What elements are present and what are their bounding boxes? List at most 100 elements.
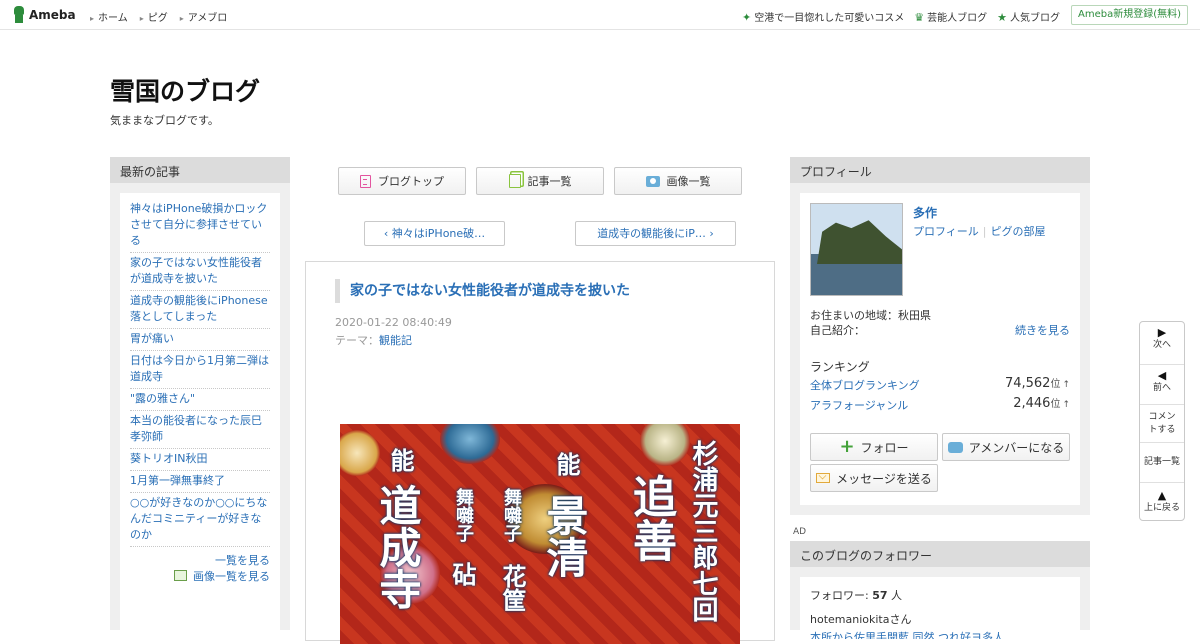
ad-label: AD bbox=[793, 527, 807, 537]
signup-button[interactable]: Ameba新規登録(無料) bbox=[1070, 5, 1188, 25]
nav-home-link[interactable]: ホーム bbox=[90, 9, 128, 24]
recent-articles-panel: 最新の記事 神々はiPHone破損かロックさせて自分に参拝させている 家の子では… bbox=[110, 157, 290, 630]
triangle-up-icon: ▲ bbox=[1157, 489, 1167, 502]
recent-article-link[interactable]: 1月第一弾無事終了 bbox=[130, 471, 270, 493]
blog-nav-buttons: ブログトップ 記事一覧 画像一覧 bbox=[338, 167, 742, 195]
nav-cosme-link[interactable]: ✦ 空港で一目惚れした可愛いコスメ bbox=[742, 9, 904, 24]
up-arrow-icon: ↑ bbox=[1062, 380, 1070, 390]
blog-top-button[interactable]: ブログトップ bbox=[338, 167, 466, 195]
recent-articles-heading: 最新の記事 bbox=[110, 157, 290, 183]
followers-heading: このブログのフォロワー bbox=[790, 541, 1090, 567]
recent-article-link[interactable]: 胃が痛い bbox=[130, 329, 270, 351]
follower-blog-links[interactable]: 本所から佐里手開藍 同然 つれ好ヨ多人 bbox=[810, 629, 1070, 639]
next-article-button[interactable]: 道成寺の観能後にiP… › bbox=[575, 221, 736, 246]
pig-room-link[interactable]: ピグの部屋 bbox=[991, 225, 1046, 238]
flower-decoration bbox=[340, 430, 380, 476]
poster-text: 砧 bbox=[448, 562, 477, 586]
flower-decoration bbox=[440, 424, 500, 464]
ranking-genre-link[interactable]: アラフォージャンル bbox=[810, 399, 908, 412]
profile-self-intro: 自己紹介： bbox=[810, 324, 865, 337]
global-header: Ameba ホーム ピグ アメブロ ✦空港で一目惚れした可愛いコスメ ♛芸能人ブ… bbox=[0, 0, 1200, 30]
ranking-overall-link[interactable]: 全体ブログランキング bbox=[810, 379, 920, 392]
floating-page-nav: ▶ 次へ ◀ 前へ コメントする 記事一覧 ▲ 上に戻る bbox=[1139, 321, 1185, 521]
profile-card: 多作 プロフィール | ピグの部屋 お住まいの地域：秋田県 自己紹介： 続きを見る … bbox=[800, 193, 1080, 505]
article-list-button[interactable]: 記事一覧 bbox=[476, 167, 604, 195]
recent-article-link[interactable]: 道成寺の観能後にiPhonese落としてしまった bbox=[130, 291, 270, 329]
article-body: 家の子ではない女性能役者が道成寺を披いた 2020-01-22 08:40:49… bbox=[305, 261, 775, 644]
nav-celeb-link[interactable]: ♛ 芸能人ブログ bbox=[914, 9, 987, 24]
triangle-left-icon: ◀ bbox=[1157, 369, 1167, 382]
recent-article-link[interactable]: 家の子ではない女性能役者が道成寺を披いた bbox=[130, 253, 270, 291]
chevron-left-icon: ‹ bbox=[383, 227, 392, 240]
follow-button[interactable]: + フォロー bbox=[810, 433, 938, 461]
profile-name[interactable]: 多作 bbox=[913, 204, 937, 221]
float-comment-button[interactable]: コメントする bbox=[1140, 404, 1184, 442]
follower-count: フォロワー: 57 人 bbox=[810, 589, 903, 602]
nav-ameblo-link[interactable]: アメブロ bbox=[180, 9, 228, 24]
send-message-button[interactable]: メッセージを送る bbox=[810, 464, 938, 492]
ameba-mascot-icon bbox=[12, 6, 26, 24]
camera-icon bbox=[645, 175, 660, 187]
poster-text: 舞囃子 bbox=[453, 488, 474, 542]
see-all-articles-link[interactable]: 一覧を見る bbox=[215, 554, 270, 567]
profile-heading: プロフィール bbox=[790, 157, 1090, 183]
profile-panel: プロフィール 多作 プロフィール | ピグの部屋 お住まいの地域：秋田県 自己紹介：… bbox=[790, 157, 1090, 515]
poster-text: 道成寺 bbox=[373, 484, 422, 610]
poster-text: 追善 bbox=[625, 474, 676, 562]
profile-link[interactable]: プロフィール bbox=[913, 225, 979, 238]
poster-text: 杉浦元三郎七回 bbox=[688, 440, 718, 622]
followers-panel: このブログのフォロワー フォロワー: 57 人 hotemaniokitaさん … bbox=[790, 541, 1090, 639]
top-nav-right: ✦ 空港で一目惚れした可愛いコスメ ♛ 芸能人ブログ ★ 人気ブログ bbox=[742, 9, 1060, 24]
chevron-right-icon: › bbox=[705, 227, 714, 240]
see-images-link[interactable]: 画像一覧を見る bbox=[193, 570, 270, 583]
up-arrow-icon: ↑ bbox=[1062, 400, 1070, 410]
recent-article-link[interactable]: "露の雅さん" bbox=[130, 389, 270, 411]
ranking-genre-value: 2,446位 ↑ bbox=[1013, 396, 1070, 411]
follower-name: hotemaniokitaさん bbox=[810, 613, 912, 626]
recent-article-link[interactable]: 本当の能役者になった辰巳孝弥師 bbox=[130, 411, 270, 449]
blog-title[interactable]: 雪国のブログ bbox=[110, 72, 260, 108]
sparkle-icon: ✦ bbox=[742, 11, 752, 24]
article-title[interactable]: 家の子ではない女性能役者が道成寺を披いた bbox=[335, 279, 630, 303]
float-article-list-button[interactable]: 記事一覧 bbox=[1140, 442, 1184, 482]
recent-article-link[interactable]: 神々はiPHone破損かロックさせて自分に参拝させている bbox=[130, 199, 270, 253]
poster-text: 景清 bbox=[540, 494, 589, 578]
ameba-logo[interactable]: Ameba bbox=[12, 6, 76, 24]
recent-article-link[interactable]: 日付は今日から1月第二弾は道成寺 bbox=[130, 351, 270, 389]
article-theme: テーマ：観能記 bbox=[335, 334, 412, 347]
ranking-label: ランキング bbox=[810, 360, 870, 374]
triangle-right-icon: ▶ bbox=[1157, 326, 1167, 339]
profile-links: プロフィール | ピグの部屋 bbox=[913, 225, 1046, 238]
float-top-button[interactable]: ▲ 上に戻る bbox=[1140, 482, 1184, 520]
mail-icon bbox=[816, 473, 831, 483]
image-list-button[interactable]: 画像一覧 bbox=[614, 167, 742, 195]
copy-list-icon bbox=[508, 174, 521, 188]
recent-article-link[interactable]: 葵トリオIN秋田 bbox=[130, 449, 270, 471]
recent-articles-list: 神々はiPHone破損かロックさせて自分に参拝させている 家の子ではない女性能役… bbox=[120, 193, 280, 630]
star-icon: ★ bbox=[997, 11, 1007, 24]
poster-text: 舞囃子 bbox=[501, 488, 522, 542]
poster-text: 花筐 bbox=[498, 564, 527, 612]
recent-article-link[interactable]: ○○が好きなのか○○にちなんだコミニティーが好きなのか bbox=[130, 493, 270, 547]
ranking-row-genre: アラフォージャンル 2,446位 ↑ bbox=[810, 396, 1070, 413]
followers-card: フォロワー: 57 人 hotemaniokitaさん 本所から佐里手開藍 同然… bbox=[800, 577, 1080, 639]
top-nav-left: ホーム ピグ アメブロ bbox=[90, 9, 227, 24]
image-list-icon bbox=[174, 570, 187, 581]
float-next-button[interactable]: ▶ 次へ bbox=[1140, 326, 1184, 364]
blog-description: 気ままなブログです。 bbox=[110, 114, 219, 127]
poster-text: 能 bbox=[386, 448, 415, 472]
document-icon bbox=[360, 174, 371, 188]
avatar[interactable] bbox=[810, 203, 903, 296]
profile-location: お住まいの地域：秋田県 bbox=[810, 309, 931, 322]
float-prev-button[interactable]: ◀ 前へ bbox=[1140, 364, 1184, 404]
amember-button[interactable]: アメンバーになる bbox=[942, 433, 1070, 461]
ranking-overall-value: 74,562位 ↑ bbox=[1004, 376, 1070, 391]
read-more-link[interactable]: 続きを見る bbox=[1015, 322, 1070, 338]
nav-pig-link[interactable]: ピグ bbox=[140, 9, 168, 24]
poster-text: 能 bbox=[552, 452, 581, 476]
article-photo-poster[interactable]: 杉浦元三郎七回 追善 能 景清 舞囃子 花筐 舞囃子 砧 能 道成寺 bbox=[340, 424, 740, 644]
plus-icon: + bbox=[839, 436, 855, 457]
prev-article-button[interactable]: ‹ 神々はiPHone破… bbox=[364, 221, 505, 246]
theme-link[interactable]: 観能記 bbox=[379, 334, 412, 347]
nav-popular-link[interactable]: ★ 人気ブログ bbox=[997, 9, 1060, 24]
